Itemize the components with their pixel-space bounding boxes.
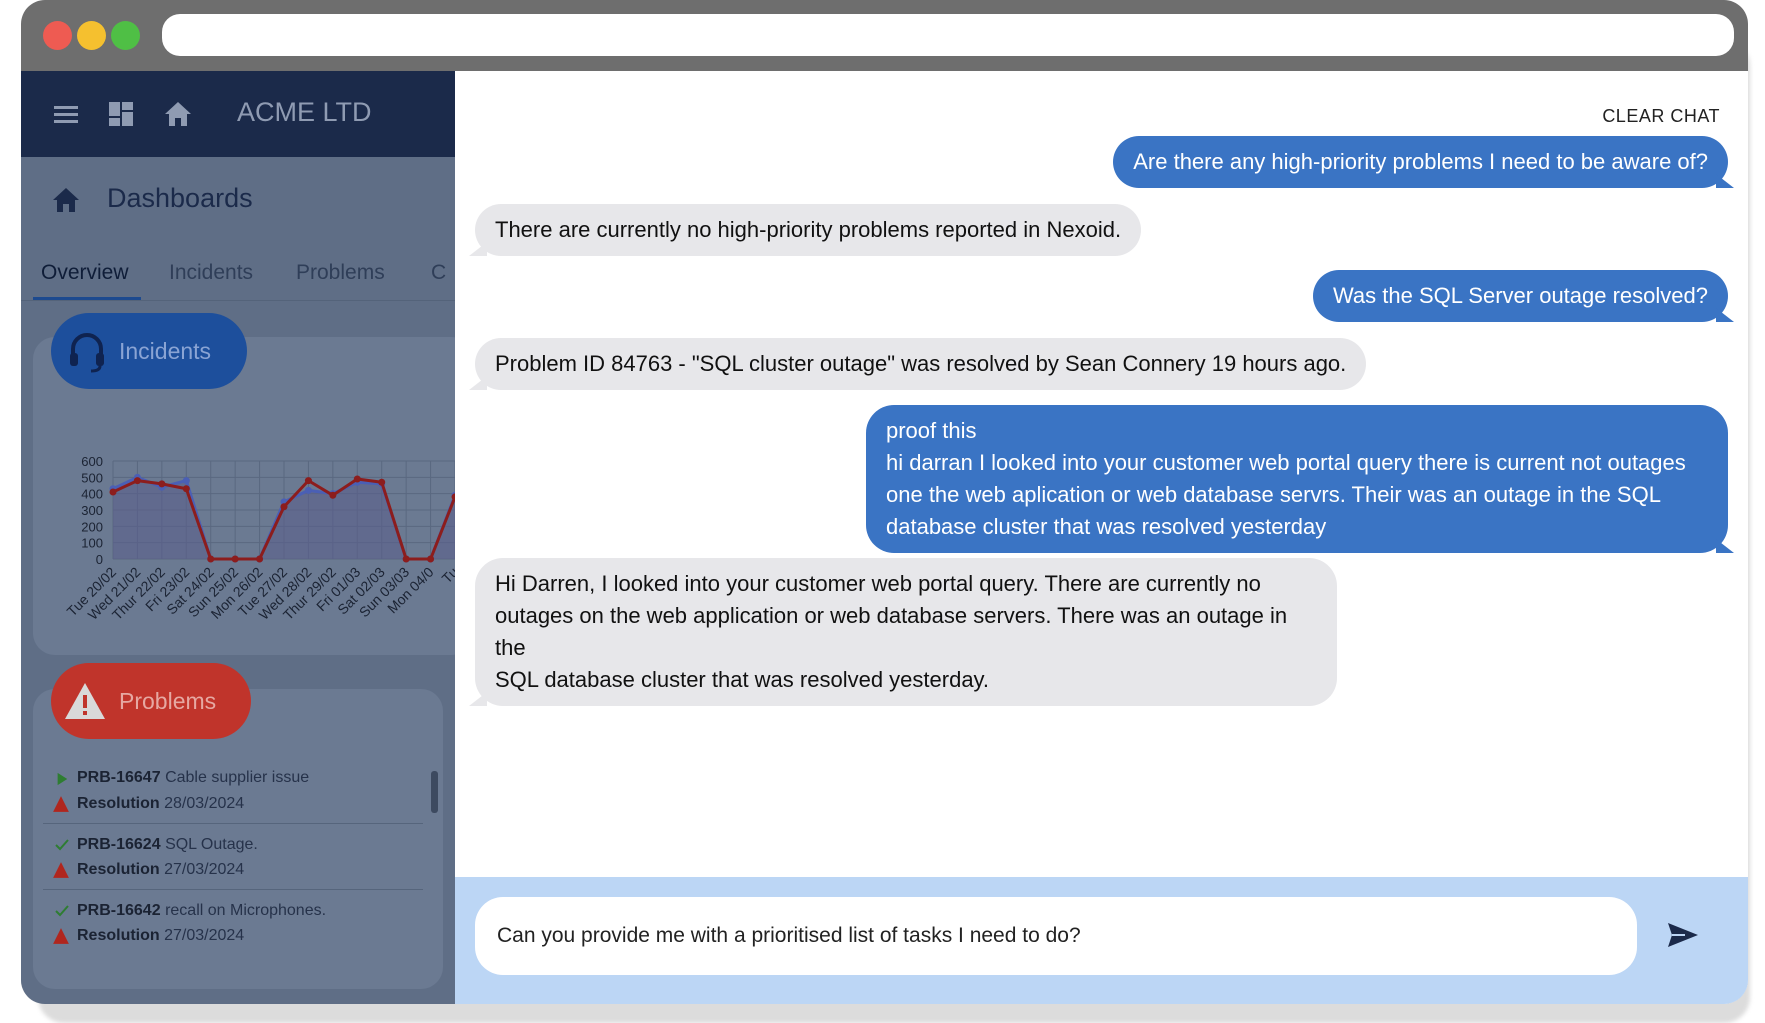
incidents-chart: 6005004003002001000Tue 20/02Wed 21/02Thu…	[64, 454, 455, 623]
close-button[interactable]	[43, 21, 72, 50]
tab-problems[interactable]: Problems	[296, 261, 385, 285]
check-icon	[55, 839, 69, 851]
data-point	[231, 555, 239, 563]
chat-composer	[455, 877, 1748, 1004]
page-title: Dashboards	[107, 183, 253, 213]
resolution-label: Resolution	[77, 927, 160, 944]
minimize-button[interactable]	[77, 21, 106, 50]
address-bar[interactable]	[162, 14, 1734, 56]
data-point	[207, 555, 215, 563]
problem-item[interactable]: PRB-16642 recall on Microphones.	[55, 902, 327, 920]
resolution-date: 27/03/2024	[164, 861, 245, 878]
home-icon	[53, 188, 79, 212]
message-line: SQL database cluster that was resolved y…	[495, 667, 990, 692]
tab-incidents[interactable]: Incidents	[169, 261, 253, 285]
message-line: proof this	[886, 418, 977, 443]
window-controls	[43, 21, 140, 50]
message-line: one the web aplication or web database s…	[886, 482, 1661, 507]
problems-pill[interactable]: Problems	[51, 663, 251, 739]
x-tick-label: Tu	[439, 564, 455, 587]
page-content: ACME LTD Dashboards Overview Incidents P…	[21, 71, 1748, 1004]
y-tick-label: 300	[81, 503, 103, 518]
data-point	[182, 485, 190, 493]
clear-chat-button[interactable]: CLEAR CHAT	[1602, 106, 1720, 127]
message-line: database cluster that was resolved yeste…	[886, 514, 1327, 539]
data-point	[304, 486, 312, 494]
brand-name: ACME LTD	[237, 97, 372, 127]
problems-pill-label: Problems	[119, 687, 217, 714]
resolution-label: Resolution	[77, 861, 160, 878]
user-message: Are there any high-priority problems I n…	[1113, 136, 1728, 188]
problem-resolution: Resolution 28/03/2024	[53, 795, 245, 813]
problem-title: Cable supplier issue	[165, 769, 310, 786]
dashboard-tabs: Overview Incidents Problems C	[21, 249, 455, 301]
problem-title: recall on Microphones.	[165, 902, 327, 919]
resolution-date: 28/03/2024	[164, 795, 245, 812]
problem-id: PRB-16642	[77, 902, 161, 919]
data-point	[329, 491, 337, 499]
check-icon	[55, 905, 69, 917]
bot-message: Problem ID 84763 - "SQL cluster outage" …	[475, 338, 1367, 390]
problem-resolution: Resolution 27/03/2024	[53, 861, 245, 879]
data-point	[109, 488, 117, 496]
divider	[43, 889, 423, 890]
divider	[43, 823, 423, 824]
tab-more[interactable]: C	[431, 261, 446, 285]
data-point	[378, 478, 386, 486]
home-icon[interactable]	[163, 99, 193, 129]
chat-input[interactable]	[475, 897, 1637, 975]
message-line: outages on the web application or web da…	[495, 603, 1288, 660]
dashboard-icon[interactable]	[106, 99, 136, 129]
data-point	[304, 477, 312, 485]
y-tick-label: 200	[81, 519, 103, 534]
resolution-label: Resolution	[77, 795, 160, 812]
app-topbar: ACME LTD	[21, 71, 455, 157]
bot-message: Hi Darren, I looked into your customer w…	[475, 558, 1337, 706]
data-point	[427, 555, 435, 563]
problems-scrollbar[interactable]	[431, 771, 438, 813]
warning-icon	[53, 928, 69, 944]
dashboard-app: ACME LTD Dashboards Overview Incidents P…	[21, 71, 455, 1004]
warning-icon	[53, 796, 69, 812]
data-point	[402, 555, 410, 563]
send-icon[interactable]	[1665, 917, 1701, 953]
data-point	[133, 477, 141, 485]
bot-message: There are currently no high-priority pro…	[475, 204, 1142, 256]
user-message: proof this hi darran I looked into your …	[866, 405, 1728, 553]
problem-id: PRB-16647	[77, 769, 161, 786]
headset-icon	[70, 333, 104, 373]
problem-title: SQL Outage.	[165, 836, 258, 853]
y-tick-label: 600	[81, 454, 103, 469]
warning-icon	[53, 862, 69, 878]
y-tick-label: 400	[81, 487, 103, 502]
y-tick-label: 0	[96, 552, 103, 567]
message-line: hi darran I looked into your customer we…	[886, 450, 1686, 475]
problem-item[interactable]: PRB-16624 SQL Outage.	[55, 836, 258, 854]
y-tick-label: 100	[81, 536, 103, 551]
tab-overview[interactable]: Overview	[41, 261, 129, 285]
data-point	[182, 477, 190, 485]
chat-panel: CLEAR CHAT Are there any high-priority p…	[455, 71, 1748, 1004]
incidents-pill-label: Incidents	[119, 337, 212, 364]
data-point	[353, 475, 361, 483]
resolution-date: 27/03/2024	[164, 927, 245, 944]
problem-item[interactable]: PRB-16647 Cable supplier issue	[57, 769, 309, 787]
y-tick-label: 500	[81, 470, 103, 485]
warning-icon	[65, 683, 105, 719]
message-line: Hi Darren, I looked into your customer w…	[495, 571, 1261, 596]
problem-resolution: Resolution 27/03/2024	[53, 927, 245, 945]
menu-icon[interactable]	[51, 99, 81, 129]
data-point	[158, 480, 166, 488]
user-message: Was the SQL Server outage resolved?	[1312, 270, 1728, 322]
data-point	[280, 503, 288, 511]
browser-window: ACME LTD Dashboards Overview Incidents P…	[21, 0, 1748, 1004]
data-point	[256, 555, 264, 563]
play-icon	[57, 772, 68, 786]
problem-id: PRB-16624	[77, 836, 161, 853]
incidents-pill[interactable]: Incidents	[51, 313, 247, 389]
maximize-button[interactable]	[111, 21, 140, 50]
active-tab-indicator	[33, 297, 141, 300]
